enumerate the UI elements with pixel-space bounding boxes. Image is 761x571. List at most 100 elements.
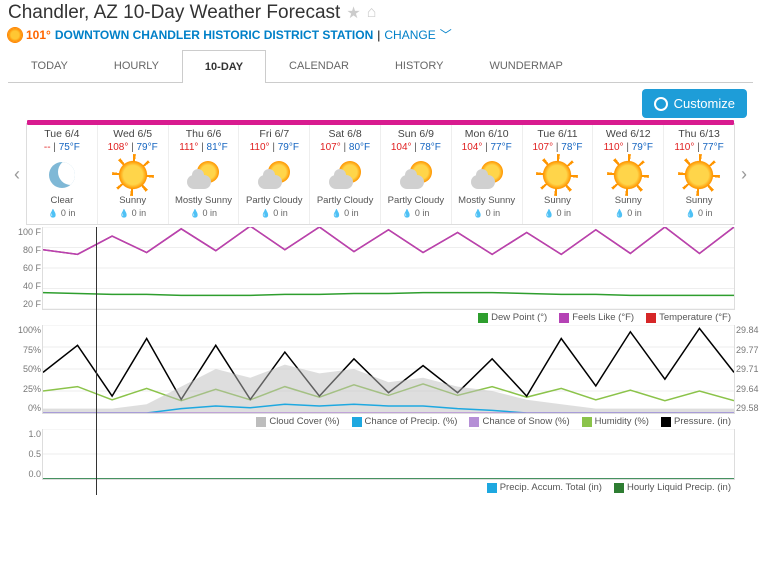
legend-swatch bbox=[478, 313, 488, 323]
legend-swatch bbox=[487, 483, 497, 493]
day-temps: 107° | 80°F bbox=[312, 142, 378, 153]
drop-icon: 💧 bbox=[615, 209, 625, 218]
legend-label: Pressure. (in) bbox=[674, 416, 731, 427]
day-precip: 💧 0 in bbox=[100, 208, 166, 218]
day-card[interactable]: Sun 6/9104° | 78°FPartly Cloudy💧 0 in bbox=[381, 124, 452, 224]
day-precip: 💧 0 in bbox=[525, 208, 591, 218]
legend-label: Cloud Cover (%) bbox=[269, 416, 339, 427]
legend-label: Humidity (%) bbox=[595, 416, 649, 427]
prev-arrow-icon[interactable]: ‹ bbox=[8, 164, 26, 185]
drop-icon: 💧 bbox=[473, 209, 483, 218]
tab-history[interactable]: HISTORY bbox=[372, 49, 467, 82]
tab-today[interactable]: TODAY bbox=[8, 49, 91, 82]
partly-cloudy-icon bbox=[187, 161, 219, 189]
customize-button[interactable]: Customize bbox=[642, 89, 747, 118]
legend-item[interactable]: Chance of Snow (%) bbox=[469, 416, 569, 427]
moon-icon bbox=[49, 162, 75, 188]
favorite-star-icon[interactable]: ★ bbox=[346, 3, 360, 23]
day-precip: 💧 0 in bbox=[454, 208, 520, 218]
day-card[interactable]: Wed 6/5108° | 79°FSunny💧 0 in bbox=[98, 124, 169, 224]
day-card[interactable]: Thu 6/6111° | 81°FMostly Sunny💧 0 in bbox=[169, 124, 240, 224]
legend-label: Hourly Liquid Precip. (in) bbox=[627, 482, 731, 493]
tab-10-day[interactable]: 10-DAY bbox=[182, 50, 266, 83]
legend-item[interactable]: Temperature (°F) bbox=[646, 312, 731, 323]
legend-item[interactable]: Pressure. (in) bbox=[661, 416, 731, 427]
tab-wundermap[interactable]: WUNDERMAP bbox=[466, 49, 585, 82]
legend-item[interactable]: Hourly Liquid Precip. (in) bbox=[614, 482, 731, 493]
day-card[interactable]: Wed 6/12110° | 79°FSunny💧 0 in bbox=[593, 124, 664, 224]
gear-icon bbox=[654, 97, 668, 111]
station-link[interactable]: DOWNTOWN CHANDLER HISTORIC DISTRICT STAT… bbox=[55, 28, 373, 42]
day-condition: Sunny bbox=[666, 195, 732, 206]
customize-label: Customize bbox=[674, 96, 735, 111]
drop-icon: 💧 bbox=[332, 209, 342, 218]
day-card[interactable]: Sat 6/8107° | 80°FPartly Cloudy💧 0 in bbox=[310, 124, 381, 224]
page-header: Chandler, AZ 10-Day Weather Forecast ★ ⌂… bbox=[0, 0, 761, 87]
legend-item[interactable]: Cloud Cover (%) bbox=[256, 416, 339, 427]
day-condition: Sunny bbox=[525, 195, 591, 206]
day-card[interactable]: Thu 6/13110° | 77°FSunny💧 0 in bbox=[664, 124, 734, 224]
day-condition: Clear bbox=[29, 195, 95, 206]
current-temperature: 101° bbox=[26, 28, 51, 42]
legend-label: Dew Point (°) bbox=[491, 312, 547, 323]
chevron-down-icon[interactable]: ﹀ bbox=[440, 26, 452, 43]
tab-calendar[interactable]: CALENDAR bbox=[266, 49, 372, 82]
day-cards: Tue 6/4-- | 75°FClear💧 0 inWed 6/5108° |… bbox=[26, 123, 735, 225]
chart-2[interactable]: 1.00.50.0 bbox=[42, 429, 735, 480]
day-precip: 💧 0 in bbox=[666, 208, 732, 218]
legend-item[interactable]: Chance of Precip. (%) bbox=[352, 416, 458, 427]
day-card[interactable]: Fri 6/7110° | 79°FPartly Cloudy💧 0 in bbox=[239, 124, 310, 224]
separator: | bbox=[377, 28, 380, 42]
day-card[interactable]: Mon 6/10104° | 77°FMostly Sunny💧 0 in bbox=[452, 124, 523, 224]
day-condition: Partly Cloudy bbox=[241, 195, 307, 206]
tab-hourly[interactable]: HOURLY bbox=[91, 49, 182, 82]
day-date: Wed 6/5 bbox=[100, 128, 166, 140]
day-card[interactable]: Tue 6/4-- | 75°FClear💧 0 in bbox=[27, 124, 98, 224]
legend-swatch bbox=[646, 313, 656, 323]
drop-icon: 💧 bbox=[261, 209, 271, 218]
legend-swatch bbox=[352, 417, 362, 427]
chart-0[interactable]: 100 F80 F60 F40 F20 F bbox=[42, 227, 735, 310]
day-precip: 💧 0 in bbox=[595, 208, 661, 218]
legend-item[interactable]: Dew Point (°) bbox=[478, 312, 547, 323]
y-axis: 1.00.50.0 bbox=[13, 429, 41, 479]
day-temps: 110° | 79°F bbox=[241, 142, 307, 153]
chart-1[interactable]: 100%75%50%25%0%29.8429.7729.7129.6429.58 bbox=[42, 325, 735, 414]
legend-swatch bbox=[614, 483, 624, 493]
change-station-link[interactable]: CHANGE bbox=[384, 28, 435, 42]
sun-icon bbox=[684, 160, 714, 190]
legend-label: Chance of Precip. (%) bbox=[365, 416, 458, 427]
partly-cloudy-icon bbox=[329, 161, 361, 189]
day-date: Thu 6/6 bbox=[171, 128, 237, 140]
day-condition: Partly Cloudy bbox=[383, 195, 449, 206]
day-temps: 108° | 79°F bbox=[100, 142, 166, 153]
day-date: Tue 6/4 bbox=[29, 128, 95, 140]
day-condition: Mostly Sunny bbox=[171, 195, 237, 206]
day-precip: 💧 0 in bbox=[312, 208, 378, 218]
legend-item[interactable]: Humidity (%) bbox=[582, 416, 649, 427]
partly-cloudy-icon bbox=[400, 161, 432, 189]
sun-icon bbox=[118, 160, 148, 190]
drop-icon: 💧 bbox=[48, 209, 58, 218]
legend-label: Chance of Snow (%) bbox=[482, 416, 569, 427]
legend-item[interactable]: Precip. Accum. Total (in) bbox=[487, 482, 602, 493]
day-card[interactable]: Tue 6/11107° | 78°FSunny💧 0 in bbox=[523, 124, 594, 224]
y-axis: 100%75%50%25%0% bbox=[13, 325, 41, 413]
day-precip: 💧 0 in bbox=[383, 208, 449, 218]
day-temps: 107° | 78°F bbox=[525, 142, 591, 153]
day-date: Thu 6/13 bbox=[666, 128, 732, 140]
next-arrow-icon[interactable]: › bbox=[735, 164, 753, 185]
day-precip: 💧 0 in bbox=[29, 208, 95, 218]
drop-icon: 💧 bbox=[119, 209, 129, 218]
legend-label: Temperature (°F) bbox=[659, 312, 731, 323]
day-temps: 104° | 78°F bbox=[383, 142, 449, 153]
day-condition: Partly Cloudy bbox=[312, 195, 378, 206]
drop-icon: 💧 bbox=[544, 209, 554, 218]
drop-icon: 💧 bbox=[402, 209, 412, 218]
day-date: Mon 6/10 bbox=[454, 128, 520, 140]
legend-swatch bbox=[469, 417, 479, 427]
home-icon[interactable]: ⌂ bbox=[367, 4, 377, 22]
day-temps: 111° | 81°F bbox=[171, 142, 237, 153]
y-axis-right: 29.8429.7729.7129.6429.58 bbox=[736, 325, 761, 413]
legend-item[interactable]: Feels Like (°F) bbox=[559, 312, 634, 323]
